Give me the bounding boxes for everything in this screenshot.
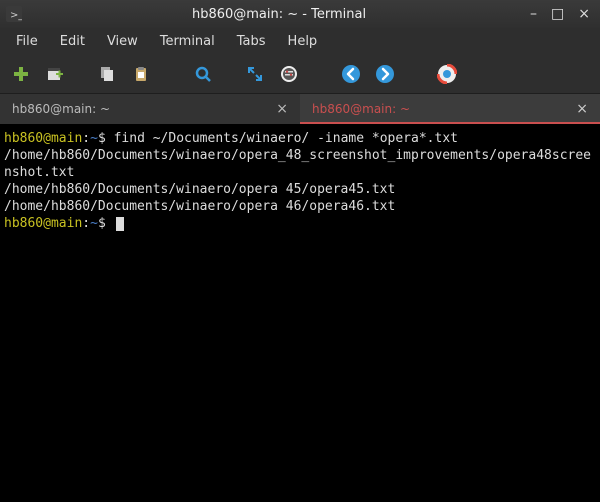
- terminal-output[interactable]: hb860@main:~$ find ~/Documents/winaero/ …: [0, 124, 600, 502]
- paste-icon[interactable]: [128, 61, 154, 87]
- menu-view[interactable]: View: [97, 30, 148, 53]
- terminal-line: hb860@main:~$: [4, 215, 596, 232]
- settings-icon[interactable]: [276, 61, 302, 87]
- terminal-line: /home/hb860/Documents/winaero/opera 45/o…: [4, 181, 596, 198]
- close-icon[interactable]: ×: [576, 101, 588, 117]
- titlebar: >_ hb860@main: ~ - Terminal – □ ×: [0, 0, 600, 28]
- menu-tabs[interactable]: Tabs: [227, 30, 276, 53]
- prompt-sep: :: [82, 131, 90, 146]
- minimize-button[interactable]: –: [530, 7, 537, 21]
- toolbar: [0, 54, 600, 94]
- fullscreen-icon[interactable]: [242, 61, 268, 87]
- new-tab-icon[interactable]: [8, 61, 34, 87]
- close-icon[interactable]: ×: [276, 101, 288, 117]
- terminal-line: /home/hb860/Documents/winaero/opera_48_s…: [4, 147, 596, 181]
- forward-icon[interactable]: [372, 61, 398, 87]
- new-window-icon[interactable]: [42, 61, 68, 87]
- close-button[interactable]: ×: [578, 7, 590, 21]
- terminal-line: /home/hb860/Documents/winaero/opera 46/o…: [4, 198, 596, 215]
- menu-help[interactable]: Help: [278, 30, 328, 53]
- prompt-cwd: ~: [90, 216, 98, 231]
- copy-icon[interactable]: [94, 61, 120, 87]
- prompt-end: $: [98, 131, 106, 146]
- maximize-button[interactable]: □: [551, 7, 564, 21]
- menu-edit[interactable]: Edit: [50, 30, 95, 53]
- tab-terminal-2[interactable]: hb860@main: ~ ×: [300, 94, 600, 124]
- prompt-sep: :: [82, 216, 90, 231]
- tab-strip: hb860@main: ~ × hb860@main: ~ ×: [0, 94, 600, 124]
- prompt-user: hb860@main: [4, 131, 82, 146]
- menu-terminal[interactable]: Terminal: [150, 30, 225, 53]
- cursor: [116, 217, 124, 231]
- help-icon[interactable]: [434, 61, 460, 87]
- back-icon[interactable]: [338, 61, 364, 87]
- terminal-line: hb860@main:~$ find ~/Documents/winaero/ …: [4, 130, 596, 147]
- svg-text:>_: >_: [10, 10, 22, 21]
- menubar: File Edit View Terminal Tabs Help: [0, 28, 600, 54]
- window-controls: – □ ×: [530, 7, 594, 21]
- prompt-end: $: [98, 216, 106, 231]
- menu-file[interactable]: File: [6, 30, 48, 53]
- tab-label: hb860@main: ~: [312, 102, 410, 116]
- app-icon: >_: [6, 6, 22, 22]
- prompt-user: hb860@main: [4, 216, 82, 231]
- tab-terminal-1[interactable]: hb860@main: ~ ×: [0, 94, 300, 124]
- window-title: hb860@main: ~ - Terminal: [28, 7, 530, 22]
- tab-label: hb860@main: ~: [12, 102, 110, 116]
- search-icon[interactable]: [190, 61, 216, 87]
- prompt-cwd: ~: [90, 131, 98, 146]
- command-text: find ~/Documents/winaero/ -iname *opera*…: [114, 131, 458, 146]
